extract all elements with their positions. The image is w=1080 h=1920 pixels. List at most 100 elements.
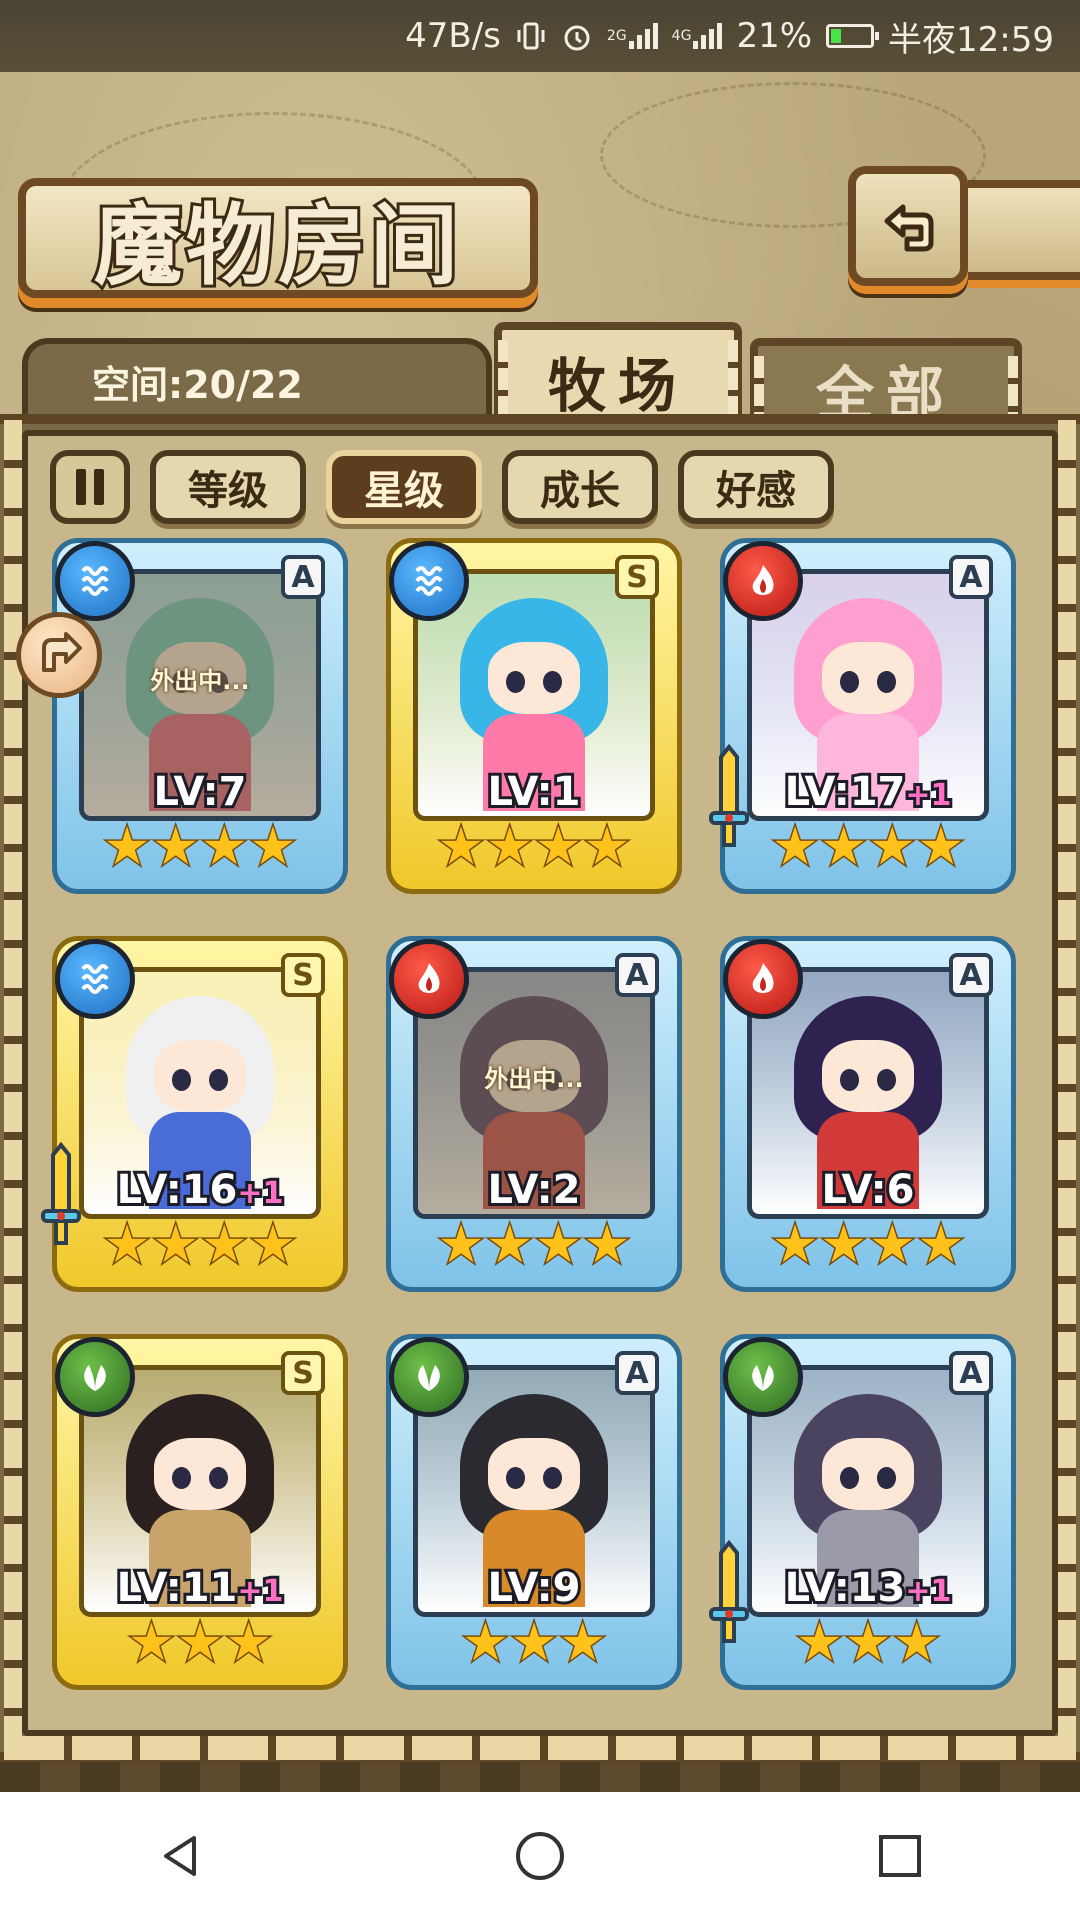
back-icon	[164, 1836, 196, 1876]
star-icon: ★	[795, 1613, 845, 1673]
star-icon: ★	[436, 817, 486, 877]
monster-card[interactable]: 外出中... A LV:7 ★ ★ ★ ★	[52, 538, 348, 894]
star-icon: ★	[916, 1215, 966, 1275]
rank-badge: S	[281, 1351, 325, 1395]
star-icon: ★	[770, 1215, 820, 1275]
rank-badge: A	[615, 953, 659, 997]
signal-2g: 2G	[607, 23, 658, 49]
star-icon: ★	[127, 1613, 177, 1673]
rank-badge: A	[949, 953, 993, 997]
battery-icon	[826, 24, 880, 48]
water-element-icon	[389, 541, 469, 621]
return-button[interactable]	[848, 166, 968, 286]
fire-element-icon	[723, 939, 803, 1019]
monster-card[interactable]: S LV:11+1 ★ ★ ★	[52, 1334, 348, 1690]
rank-badge: A	[281, 555, 325, 599]
away-status-label: 外出中...	[484, 1065, 584, 1094]
star-icon: ★	[868, 1215, 918, 1275]
rank-badge: A	[615, 1351, 659, 1395]
rank-badge: A	[949, 1351, 993, 1395]
star-rating: ★ ★ ★ ★	[57, 819, 343, 875]
sort-affection-button[interactable]: 好感	[678, 450, 834, 524]
monster-level: LV:16+1	[114, 1164, 287, 1216]
sort-stars-button[interactable]: 星级	[326, 450, 482, 524]
wood-element-icon	[723, 1337, 803, 1417]
star-icon: ★	[102, 817, 152, 877]
star-icon: ★	[248, 817, 298, 877]
monster-card[interactable]: 外出中... A LV:2 ★ ★ ★ ★	[386, 936, 682, 1292]
back-button-extension	[968, 180, 1080, 280]
star-rating: ★ ★ ★	[391, 1615, 677, 1671]
battery-percent: 21%	[736, 16, 813, 56]
monster-level: LV:7	[151, 766, 250, 818]
star-icon: ★	[436, 1215, 486, 1275]
side-expand-button[interactable]	[16, 612, 102, 698]
level-bonus: +1	[234, 1571, 286, 1612]
star-icon: ★	[102, 1215, 152, 1275]
water-element-icon	[55, 541, 135, 621]
monster-level: LV:1	[485, 766, 584, 818]
level-bonus: +1	[902, 775, 954, 816]
tab-label: 牧场	[547, 352, 688, 420]
star-icon: ★	[461, 1613, 511, 1673]
equipped-sword-icon	[707, 1539, 751, 1649]
space-counter: 空间:20/22	[22, 338, 492, 418]
monster-level: LV:13+1	[782, 1562, 955, 1614]
star-icon: ★	[200, 1215, 250, 1275]
panel-rail-right	[1058, 420, 1076, 1750]
sort-growth-button[interactable]: 成长	[502, 450, 658, 524]
star-icon: ★	[582, 1215, 632, 1275]
monster-card[interactable]: A LV:6 ★ ★ ★ ★	[720, 936, 1016, 1292]
star-icon: ★	[175, 1613, 225, 1673]
equipped-sword-icon	[39, 1141, 83, 1251]
star-icon: ★	[916, 817, 966, 877]
star-icon: ★	[509, 1613, 559, 1673]
star-icon: ★	[485, 1215, 535, 1275]
sort-level-button[interactable]: 等级	[150, 450, 306, 524]
sort-order-icon	[76, 469, 86, 505]
sort-order-button[interactable]	[50, 450, 130, 524]
nav-home-button[interactable]	[510, 1826, 570, 1886]
clock: 半夜12:59	[888, 19, 1054, 60]
nav-back-button[interactable]	[150, 1826, 210, 1886]
rank-badge: S	[281, 953, 325, 997]
star-rating: ★ ★ ★	[57, 1615, 343, 1671]
monster-card[interactable]: S LV:16+1 ★ ★ ★ ★	[41, 936, 348, 1292]
signal-4g: 4G	[672, 23, 723, 49]
star-icon: ★	[224, 1613, 274, 1673]
monster-card[interactable]: S LV:1 ★ ★ ★ ★	[386, 538, 682, 894]
page-title: 魔物房间	[91, 190, 462, 300]
rank-badge: A	[949, 555, 993, 599]
monster-level: LV:11+1	[114, 1562, 287, 1614]
monster-card[interactable]: A LV:9 ★ ★ ★	[386, 1334, 682, 1690]
level-bonus: +1	[234, 1173, 286, 1214]
space-label: 空间:20/22	[92, 362, 303, 407]
star-icon: ★	[534, 1215, 584, 1275]
level-bonus: +1	[902, 1571, 954, 1612]
star-rating: ★ ★ ★ ★	[391, 819, 677, 875]
home-icon	[516, 1832, 564, 1880]
star-rating: ★ ★ ★ ★	[725, 819, 1011, 875]
fire-element-icon	[723, 541, 803, 621]
alarm-icon	[561, 20, 593, 52]
nav-recents-button[interactable]	[870, 1826, 930, 1886]
monster-card[interactable]: A LV:17+1 ★ ★ ★ ★	[709, 538, 1016, 894]
star-icon: ★	[151, 817, 201, 877]
star-icon: ★	[819, 1215, 869, 1275]
star-icon: ★	[558, 1613, 608, 1673]
water-element-icon	[55, 939, 135, 1019]
star-icon: ★	[248, 1215, 298, 1275]
equipped-sword-icon	[707, 743, 751, 853]
wood-element-icon	[389, 1337, 469, 1417]
panel-rail-left	[4, 420, 22, 1750]
signal-icon	[628, 23, 658, 49]
away-status-label: 外出中...	[150, 667, 250, 696]
signal-icon	[693, 23, 723, 49]
system-nav-bar	[0, 1792, 1080, 1920]
star-icon: ★	[770, 817, 820, 877]
monster-card[interactable]: A LV:13+1 ★ ★ ★	[709, 1334, 1016, 1690]
star-rating: ★ ★ ★ ★	[57, 1217, 343, 1273]
monster-level: LV:2	[485, 1164, 584, 1216]
wood-element-icon	[55, 1337, 135, 1417]
arrow-icon	[42, 632, 82, 672]
